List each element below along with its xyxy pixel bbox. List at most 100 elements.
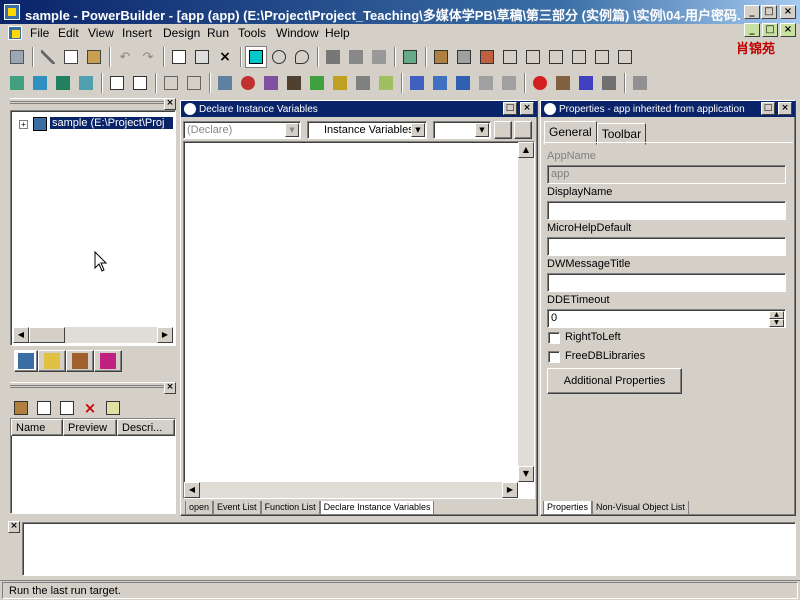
- column-header-preview[interactable]: Preview: [63, 419, 117, 436]
- tab-event-list[interactable]: Event List: [213, 501, 261, 515]
- properties-maximize-button[interactable]: □: [761, 102, 775, 115]
- library-tab-icon[interactable]: [38, 350, 66, 372]
- exit-icon[interactable]: [629, 72, 651, 94]
- tab-non-visual-object-list[interactable]: Non-Visual Object List: [592, 501, 689, 515]
- list-view[interactable]: Name Preview Descri...: [10, 418, 176, 514]
- child-minimize-button[interactable]: _: [744, 23, 760, 37]
- child-restore-button[interactable]: □: [762, 23, 778, 37]
- chart-icon-4[interactable]: [475, 72, 497, 94]
- righttoleft-checkbox[interactable]: [548, 332, 560, 344]
- output-close-button[interactable]: ×: [8, 521, 20, 533]
- column-header-name[interactable]: Name: [11, 419, 63, 436]
- control-icon-5[interactable]: [522, 46, 544, 68]
- ddetimeout-spinner[interactable]: ▲ ▼: [769, 311, 784, 327]
- select-object-icon[interactable]: [245, 46, 267, 68]
- chevron-down-icon[interactable]: ▼: [285, 123, 299, 137]
- control-icon-4[interactable]: [499, 46, 521, 68]
- properties-close-button[interactable]: ×: [778, 102, 792, 115]
- chart-icon-3[interactable]: [452, 72, 474, 94]
- declare-combo[interactable]: (Declare) ▼: [183, 121, 301, 139]
- browse-icon[interactable]: [75, 72, 97, 94]
- menu-edit[interactable]: Edit: [58, 26, 79, 40]
- freedblibraries-checkbox[interactable]: [548, 351, 560, 363]
- ddetimeout-field[interactable]: 0 ▲ ▼: [547, 309, 786, 328]
- tab-properties[interactable]: Properties: [543, 501, 593, 515]
- delete-icon[interactable]: ×: [214, 46, 236, 68]
- tree-view[interactable]: + sample (E:\Project\Proj ◀ ▶: [10, 110, 176, 346]
- layers-icon[interactable]: [399, 46, 421, 68]
- menu-help[interactable]: Help: [325, 26, 350, 40]
- tree-expand-icon[interactable]: +: [19, 120, 28, 129]
- new-icon[interactable]: [6, 72, 28, 94]
- build-icon[interactable]: [329, 72, 351, 94]
- menu-file[interactable]: File: [30, 26, 49, 40]
- edit-check-icon[interactable]: [375, 72, 397, 94]
- control-icon-8[interactable]: [591, 46, 613, 68]
- panel-grip[interactable]: [10, 98, 164, 104]
- scroll-left-button[interactable]: ◀: [13, 327, 29, 343]
- output-view[interactable]: [22, 522, 796, 576]
- outdent-icon[interactable]: [183, 72, 205, 94]
- tab-declare-instance-variables[interactable]: Declare Instance Variables: [319, 501, 435, 515]
- list-panel-close-button[interactable]: ×: [164, 382, 176, 394]
- debug-icon[interactable]: [237, 72, 259, 94]
- menu-view[interactable]: View: [88, 26, 114, 40]
- control-icon-1[interactable]: [430, 46, 452, 68]
- microhelpdefault-field[interactable]: [547, 237, 786, 256]
- database-tab-icon[interactable]: [66, 350, 94, 372]
- replace-icon[interactable]: [368, 46, 390, 68]
- displayname-field[interactable]: [547, 201, 786, 220]
- run-icon-1[interactable]: [552, 72, 574, 94]
- stop-icon[interactable]: [529, 72, 551, 94]
- run-icon-3[interactable]: [598, 72, 620, 94]
- tree-root-item[interactable]: sample (E:\Project\Proj: [50, 117, 173, 129]
- column-header-description[interactable]: Descri...: [117, 419, 175, 436]
- undo-icon[interactable]: ↶: [114, 46, 136, 68]
- list-copy-icon[interactable]: [33, 397, 55, 419]
- minimize-button[interactable]: _: [744, 5, 760, 19]
- scroll-left-button[interactable]: ◀: [184, 482, 200, 498]
- script-split-icon[interactable]: [514, 121, 532, 139]
- powerbuilder-app-icon[interactable]: [4, 4, 20, 20]
- workspace-tab-icon[interactable]: [14, 350, 38, 372]
- find-icon[interactable]: [322, 46, 344, 68]
- menu-run[interactable]: Run: [207, 26, 229, 40]
- component-icon[interactable]: [306, 72, 328, 94]
- library-icon[interactable]: [214, 72, 236, 94]
- menu-design[interactable]: Design: [163, 26, 200, 40]
- chart-icon-2[interactable]: [429, 72, 451, 94]
- menu-tools[interactable]: Tools: [238, 26, 266, 40]
- paste-icon[interactable]: [83, 46, 105, 68]
- run-icon-2[interactable]: [575, 72, 597, 94]
- bank-icon[interactable]: [283, 72, 305, 94]
- copy-icon[interactable]: [60, 46, 82, 68]
- dwmessagetitle-field[interactable]: [547, 273, 786, 292]
- indent-icon[interactable]: [160, 72, 182, 94]
- spin-up-button[interactable]: ▲: [769, 311, 784, 319]
- chart-icon-1[interactable]: [406, 72, 428, 94]
- maximize-button[interactable]: □: [761, 5, 777, 19]
- child-close-button[interactable]: ×: [780, 23, 796, 37]
- third-combo[interactable]: ▼: [433, 121, 491, 139]
- save-icon[interactable]: [6, 46, 28, 68]
- script-close-button[interactable]: ×: [520, 102, 534, 115]
- script-view-icon[interactable]: [494, 121, 512, 139]
- chevron-down-icon[interactable]: ▼: [411, 123, 425, 137]
- chart-icon-5[interactable]: [498, 72, 520, 94]
- scroll-up-button[interactable]: ▲: [518, 142, 534, 158]
- deploy-icon[interactable]: [352, 72, 374, 94]
- chevron-down-icon[interactable]: ▼: [475, 123, 489, 137]
- scroll-right-button[interactable]: ▶: [157, 327, 173, 343]
- control-icon-6[interactable]: [545, 46, 567, 68]
- scroll-down-button[interactable]: ▼: [518, 466, 534, 482]
- control-icon-3[interactable]: [476, 46, 498, 68]
- control-icon-9[interactable]: [614, 46, 636, 68]
- tab-open[interactable]: open: [185, 501, 214, 515]
- open-icon[interactable]: [52, 72, 74, 94]
- menu-window[interactable]: Window: [276, 26, 319, 40]
- document-icon[interactable]: [8, 26, 22, 40]
- layout-icon-1[interactable]: [106, 72, 128, 94]
- lasso-icon[interactable]: [268, 46, 290, 68]
- list-edit-icon[interactable]: [102, 397, 124, 419]
- script-editor[interactable]: ▲ ▼ ◀ ▶: [183, 141, 535, 499]
